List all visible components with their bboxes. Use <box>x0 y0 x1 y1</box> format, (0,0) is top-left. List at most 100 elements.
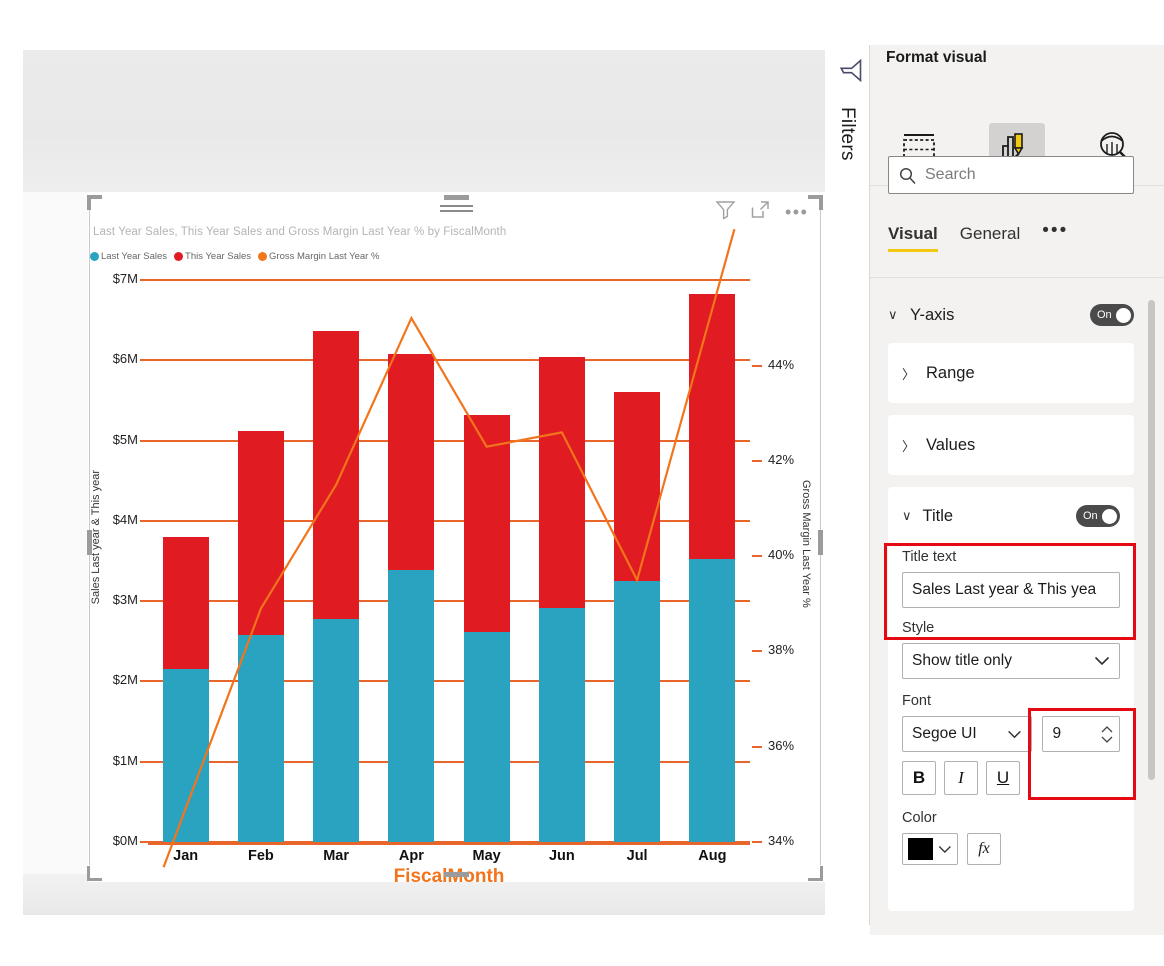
section-header-y-axis[interactable]: ∨ Y-axis On <box>888 298 1134 332</box>
x-axis-tick-label: Aug <box>698 848 727 864</box>
resize-handle-right[interactable] <box>818 530 823 555</box>
toggle-state-label: On <box>1083 510 1098 522</box>
filter-icon[interactable] <box>715 199 736 225</box>
x-axis-title: FiscalMonth <box>148 866 750 888</box>
color-label: Color <box>902 810 937 826</box>
x-axis-tick-label: Jul <box>626 848 648 864</box>
font-size-stepper[interactable]: 9 <box>1042 716 1120 752</box>
y-axis-tick-label: $5M <box>112 431 138 447</box>
bold-button[interactable]: B <box>902 761 936 795</box>
style-value: Show title only <box>912 652 1012 669</box>
card-label: Values <box>926 435 976 454</box>
underline-button[interactable]: U <box>986 761 1020 795</box>
legend-swatch-icon <box>258 252 268 261</box>
x-axis-tick-label: Mar <box>323 848 350 864</box>
secondary-y-axis-tick <box>752 555 762 558</box>
visual-header-icons[interactable]: ••• <box>715 200 820 224</box>
chevron-down-icon[interactable]: ∨ <box>888 307 901 323</box>
chart-legend[interactable]: Last Year Sales This Year Sales Gross Ma… <box>90 251 386 262</box>
chevron-up-icon <box>1101 725 1113 732</box>
y-axis-tick-label: $2M <box>112 672 138 688</box>
resize-handle-top[interactable] <box>444 195 469 200</box>
visual-title: Last Year Sales, This Year Sales and Gro… <box>93 226 507 238</box>
secondary-y-axis-tick-label: 44% <box>768 356 795 372</box>
conditional-formatting-fx-button[interactable]: fx <box>967 833 1001 865</box>
x-axis-tick-label: Apr <box>398 848 424 864</box>
selection-corner-top-left[interactable] <box>87 195 102 210</box>
y-axis-tick-label: $4M <box>112 511 138 527</box>
card-title[interactable]: ∨ Title On Title text Style Show title o… <box>888 487 1134 911</box>
title-text-input[interactable] <box>902 572 1120 608</box>
format-pane-title: Format visual <box>886 49 987 66</box>
secondary-y-axis-tick <box>752 650 762 653</box>
filters-pane-collapsed[interactable]: Filters <box>832 45 868 925</box>
x-axis-tick-label: Jan <box>173 848 199 864</box>
secondary-y-axis-tick-label: 34% <box>768 833 795 848</box>
secondary-y-axis-tick-label: 40% <box>768 547 795 563</box>
legend-label: Gross Margin Last Year % <box>269 251 380 262</box>
toggle-knob <box>1116 307 1131 323</box>
font-size-value: 9 <box>1052 725 1062 742</box>
selection-corner-top-right[interactable] <box>808 195 823 210</box>
chevron-right-icon[interactable]: 〉 <box>902 364 915 383</box>
chevron-right-icon[interactable]: 〉 <box>902 436 915 455</box>
toggle-knob <box>1102 508 1117 524</box>
format-subtab-strip[interactable]: Visual General ••• <box>888 220 1138 252</box>
secondary-y-axis-tick-label: 38% <box>768 642 795 658</box>
legend-item-last-year-sales[interactable]: Last Year Sales <box>90 251 167 262</box>
gross-margin-line-series <box>162 228 736 868</box>
format-search-box[interactable]: Search <box>888 156 1134 194</box>
chevron-down-icon[interactable]: ∨ <box>902 508 912 524</box>
search-icon <box>899 167 916 184</box>
chevron-down-icon <box>939 845 952 853</box>
secondary-y-axis-title: Gross Margin Last Year % <box>800 480 812 608</box>
card-values[interactable]: 〉 Values <box>888 415 1134 475</box>
legend-label: Last Year Sales <box>101 251 168 262</box>
legend-item-this-year-sales[interactable]: This Year Sales <box>174 251 251 262</box>
format-pane-separator <box>870 277 1164 278</box>
color-picker[interactable] <box>902 833 958 865</box>
legend-label: This Year Sales <box>185 251 252 262</box>
tab-visual[interactable]: Visual <box>888 224 938 252</box>
report-canvas-top-band <box>23 50 825 192</box>
toggle-state-label: On <box>1097 309 1112 321</box>
section-title: Y-axis <box>910 305 955 324</box>
card-label: Title <box>922 506 954 525</box>
italic-button[interactable]: I <box>944 761 978 795</box>
secondary-y-axis-tick-label: 42% <box>768 451 795 467</box>
font-family-value: Segoe UI <box>912 725 977 742</box>
legend-swatch-icon <box>174 252 184 261</box>
x-axis-tick-label: Feb <box>247 848 274 864</box>
secondary-y-axis-tick-label: 36% <box>768 737 795 753</box>
subtab-more-icon[interactable]: ••• <box>1042 220 1068 252</box>
legend-item-gross-margin[interactable]: Gross Margin Last Year % <box>258 251 379 262</box>
title-toggle[interactable]: On <box>1076 505 1120 527</box>
x-axis-tick-label: Jun <box>548 848 575 864</box>
selection-corner-bottom-right[interactable] <box>808 866 823 881</box>
y-axis-tick-label: $6M <box>112 351 138 367</box>
focus-mode-icon[interactable] <box>750 199 771 225</box>
report-canvas-area: Last Year Sales, This Year Sales and Gro… <box>0 0 830 966</box>
format-pane-scrollbar[interactable] <box>1148 300 1155 780</box>
more-options-icon[interactable]: ••• <box>785 203 808 221</box>
chevron-down-icon <box>1101 736 1113 743</box>
search-placeholder: Search <box>925 166 976 183</box>
secondary-y-axis-tick <box>752 841 762 843</box>
style-dropdown[interactable]: Show title only <box>902 643 1120 679</box>
visual-drag-grip[interactable] <box>440 203 473 215</box>
spinner-arrows[interactable] <box>1101 725 1113 743</box>
tab-general[interactable]: General <box>960 224 1020 252</box>
chart-plot-area[interactable]: $0M $1M $2M $3M $4M $5M $6M $7M 34% 36% 38% 40% 42% 4… <box>113 228 794 868</box>
y-axis-tick-label: $7M <box>112 271 138 286</box>
y-axis-toggle[interactable]: On <box>1090 304 1134 326</box>
secondary-y-axis-tick <box>752 745 762 748</box>
line-series-path <box>162 228 736 868</box>
secondary-y-axis-tick <box>752 459 762 462</box>
card-label: Range <box>926 363 975 382</box>
font-family-dropdown[interactable]: Segoe UI <box>902 716 1033 752</box>
filters-pane-label[interactable]: Filters <box>836 107 858 161</box>
selection-corner-bottom-left[interactable] <box>87 866 102 881</box>
resize-handle-left[interactable] <box>87 530 92 555</box>
card-range[interactable]: 〉 Range <box>888 343 1134 403</box>
resize-handle-bottom[interactable] <box>444 872 469 877</box>
